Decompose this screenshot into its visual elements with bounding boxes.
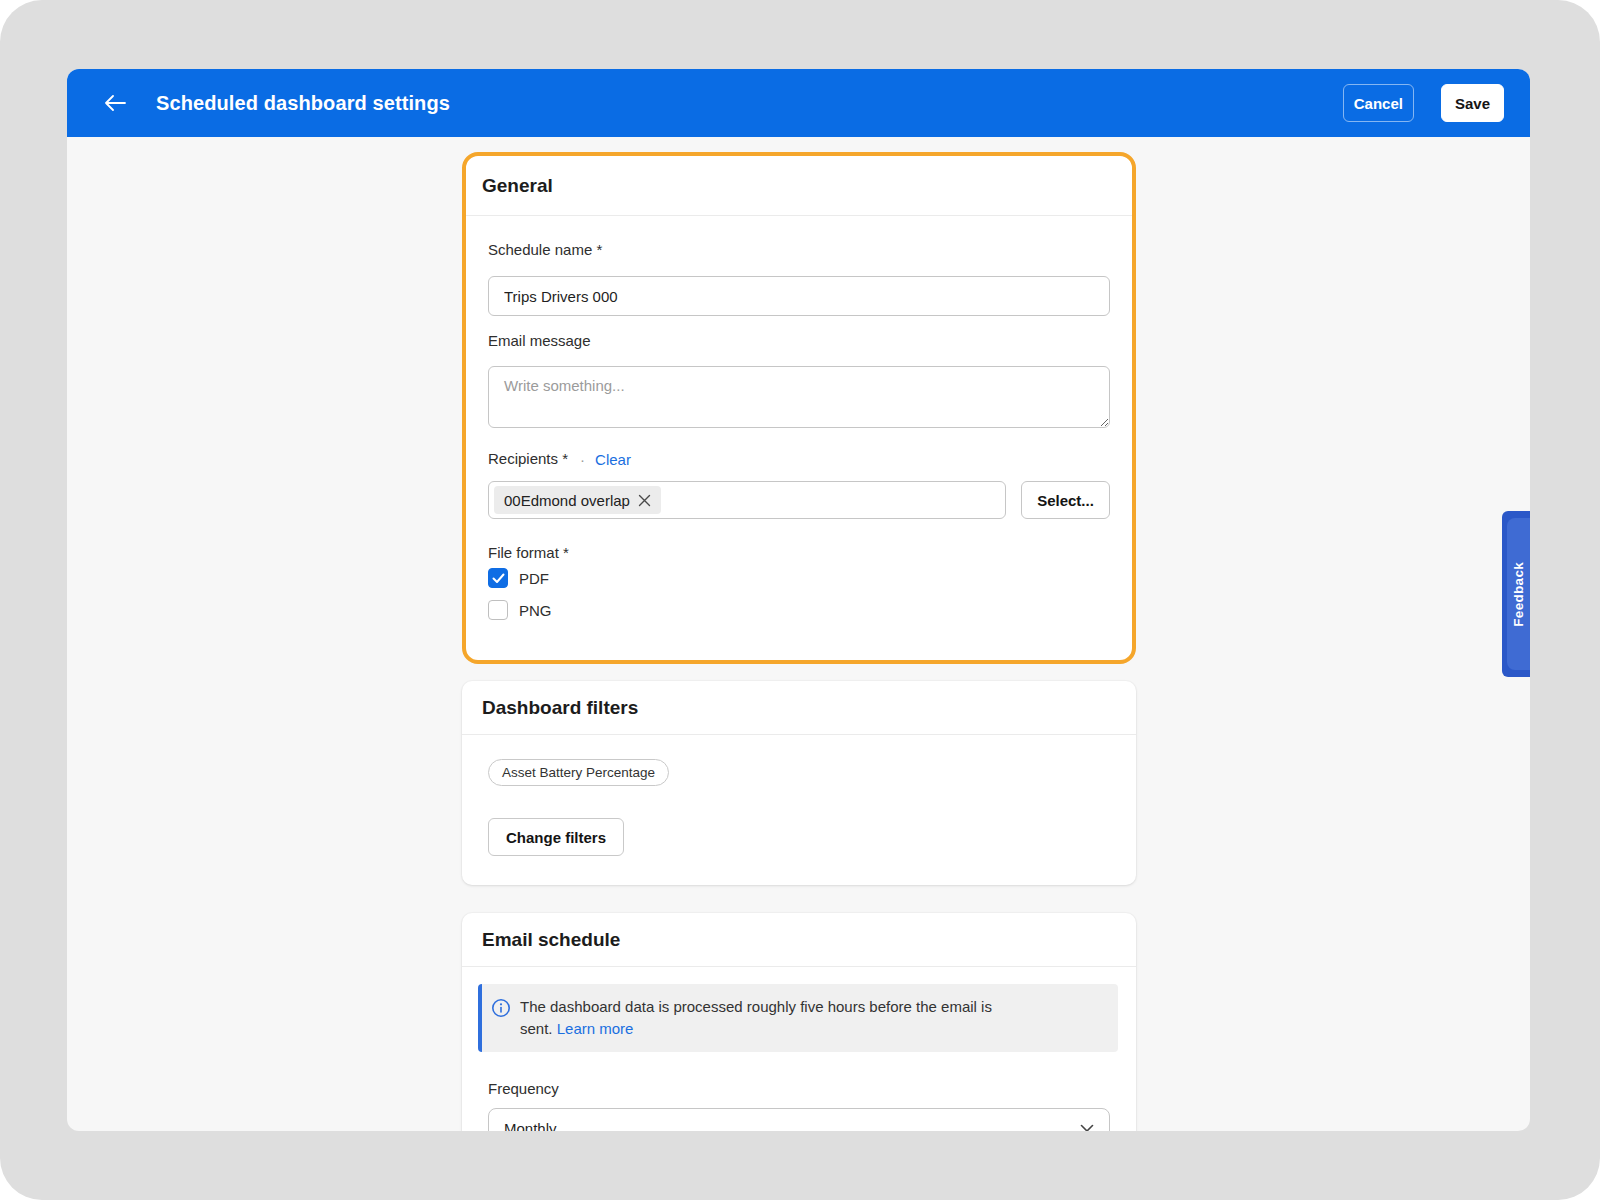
email-schedule-title: Email schedule	[462, 913, 1136, 967]
change-filters-button[interactable]: Change filters	[488, 818, 624, 856]
arrow-left-icon	[104, 95, 126, 111]
feedback-tab-inner: Feedback	[1507, 518, 1530, 670]
feedback-tab-label: Feedback	[1511, 562, 1526, 627]
check-icon	[492, 573, 505, 584]
chevron-down-icon	[1080, 1124, 1094, 1132]
app-header: Scheduled dashboard settings Cancel Save	[67, 69, 1530, 137]
png-checkbox-label: PNG	[519, 602, 552, 619]
app-window: Scheduled dashboard settings Cancel Save…	[67, 69, 1530, 1131]
page-content: General Schedule name * Email message Re…	[67, 137, 1530, 1131]
remove-recipient-icon[interactable]	[638, 494, 651, 507]
info-icon	[491, 998, 511, 1018]
pdf-checkbox-label: PDF	[519, 570, 549, 587]
clear-recipients-link[interactable]: Clear	[595, 451, 631, 468]
dashboard-filters-section: Dashboard filters Asset Battery Percenta…	[462, 681, 1136, 885]
frequency-select[interactable]: Monthly	[488, 1108, 1110, 1131]
cancel-button[interactable]: Cancel	[1343, 84, 1414, 122]
feedback-tab[interactable]: Feedback	[1502, 511, 1530, 677]
general-section-title: General	[466, 156, 1132, 216]
general-section-highlighted: General Schedule name * Email message Re…	[462, 152, 1136, 664]
file-format-label: File format *	[488, 544, 1110, 562]
pdf-checkbox[interactable]	[488, 568, 508, 588]
save-button[interactable]: Save	[1441, 84, 1504, 122]
filter-pill: Asset Battery Percentage	[488, 759, 669, 786]
learn-more-link[interactable]: Learn more	[557, 1020, 634, 1037]
recipients-input[interactable]: 00Edmond overlap	[488, 481, 1006, 519]
frequency-label: Frequency	[488, 1080, 1110, 1098]
info-banner: The dashboard data is processed roughly …	[478, 984, 1118, 1052]
separator-dot: ·	[580, 451, 585, 468]
recipient-tag-label: 00Edmond overlap	[504, 492, 630, 509]
dashboard-filters-title: Dashboard filters	[462, 681, 1136, 735]
recipient-tag: 00Edmond overlap	[494, 486, 661, 514]
select-recipients-button[interactable]: Select...	[1021, 481, 1110, 519]
back-button[interactable]	[102, 90, 128, 116]
email-message-label: Email message	[488, 332, 1110, 350]
page-title: Scheduled dashboard settings	[156, 92, 450, 115]
frequency-value: Monthly	[504, 1120, 557, 1132]
email-schedule-section: Email schedule The dashboard data is pro…	[462, 913, 1136, 1131]
schedule-name-input[interactable]	[488, 276, 1110, 316]
schedule-name-label: Schedule name *	[488, 241, 1110, 259]
email-message-input[interactable]	[488, 366, 1110, 428]
desktop-background: Scheduled dashboard settings Cancel Save…	[0, 0, 1600, 1200]
png-checkbox[interactable]	[488, 600, 508, 620]
recipients-label: Recipients *	[488, 450, 568, 468]
